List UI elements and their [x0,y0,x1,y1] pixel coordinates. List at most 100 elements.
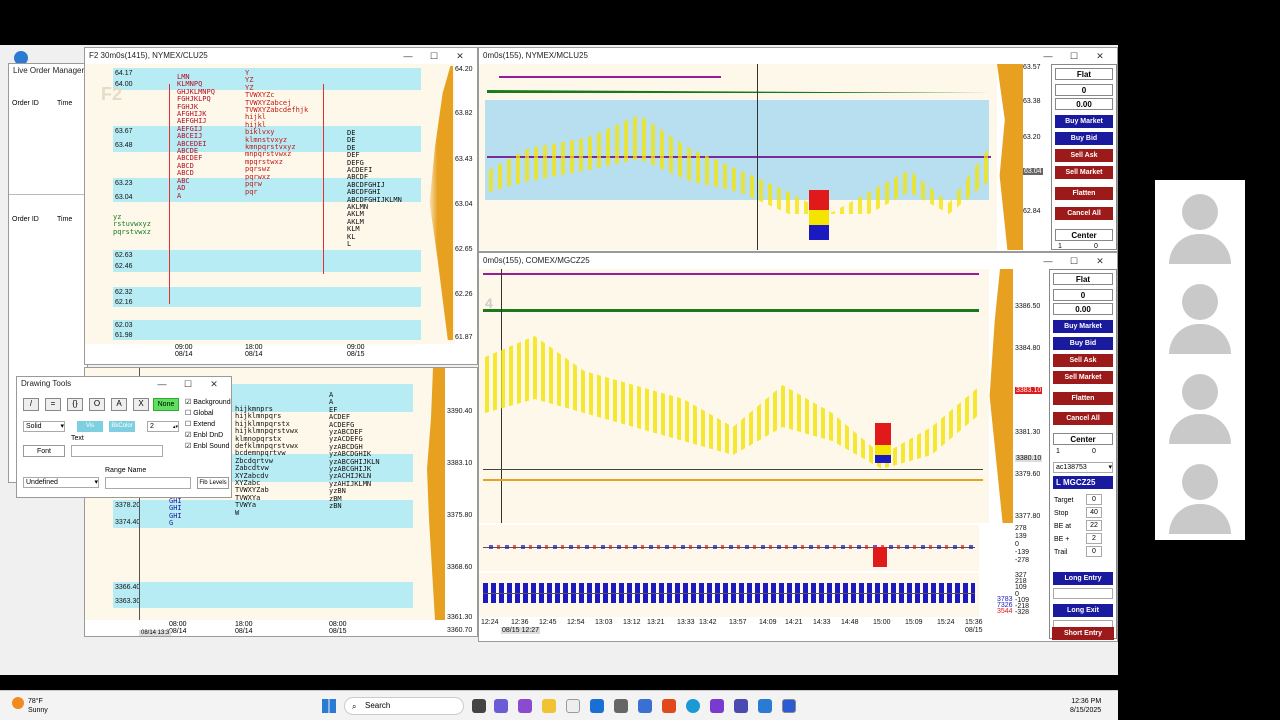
font-button[interactable]: Font [23,445,65,457]
system-clock[interactable]: 12:36 PM 8/15/2025 [1070,697,1101,715]
text-tool-button[interactable]: A [111,398,127,411]
long-entry-select[interactable] [1053,588,1113,599]
flatten-button[interactable]: Flatten [1053,392,1113,405]
tpo-profile-3: DE DE DE DEF DEFG ACDEFI ABCDF ABCDFGHIJ… [347,129,402,249]
long-exit-button[interactable]: Long Exit [1053,604,1113,617]
buy-bid-button[interactable]: Buy Bid [1055,132,1113,145]
participant-avatar[interactable] [1157,362,1243,448]
sell-ask-button[interactable]: Sell Ask [1053,354,1113,367]
line-tool-button[interactable]: / [23,398,39,411]
settings-icon[interactable] [614,699,628,713]
maximize-button[interactable]: ☐ [1061,48,1087,64]
center-button[interactable]: Center [1055,229,1113,241]
qty-input[interactable]: 1 [1058,243,1062,250]
visual-studio-icon[interactable] [710,699,724,713]
bkcolor-button[interactable]: BkColor [109,421,135,432]
delete-tool-button[interactable]: X [133,398,149,411]
enbl-sound-checkbox[interactable]: ☑ Enbl Sound [185,441,231,452]
file-explorer-icon[interactable] [542,699,556,713]
mcl-price-chart[interactable] [479,64,997,250]
volume-profile [427,368,445,620]
copilot-icon[interactable] [518,699,532,713]
qty-input-2[interactable]: 0 [1094,243,1098,250]
participant-avatar[interactable] [1157,272,1243,358]
none-button[interactable]: None [153,398,179,411]
crude-tpo-window: F2 30m0s(1415), NYMEX/CLU25 — ☐ ✕ F2 64.17… [84,47,478,365]
center-button[interactable]: Center [1053,433,1113,445]
sell-market-button[interactable]: Sell Market [1053,371,1113,384]
bracket-values[interactable]: 0 40 22 2 0 [1086,494,1102,559]
maximize-button[interactable]: ☐ [421,48,447,64]
flatten-button[interactable]: Flatten [1055,187,1113,200]
qty-input[interactable]: 1 [1056,448,1060,455]
cancel-all-button[interactable]: Cancel All [1055,207,1113,220]
task-view-icon[interactable] [472,699,486,713]
short-entry-button[interactable]: Short Entry [1052,627,1114,640]
start-icon[interactable] [322,699,336,713]
app-icon-2[interactable] [662,699,676,713]
sell-ask-button[interactable]: Sell Ask [1055,149,1113,162]
delta-indicator-chart[interactable] [479,525,979,571]
text-input[interactable] [71,445,163,457]
weather-widget[interactable]: 78°F Sunny [12,697,48,715]
price-label: 63.67 [115,128,133,135]
minimize-button[interactable]: — [1035,253,1061,269]
extend-checkbox[interactable]: ☐ Extend [185,419,231,430]
minimize-button[interactable]: — [149,377,175,391]
sell-market-button[interactable]: Sell Market [1055,166,1113,179]
background-checkbox[interactable]: ☑ Background [185,397,231,408]
bracket-tool-button[interactable]: {} [67,398,83,411]
mcl-window-title: 0m0s(155), NYMEX/MCLU25 [479,48,1117,64]
price-axis: 63.57 63.38 63.20 63.04 62.84 [1023,64,1043,215]
word-icon[interactable] [638,699,652,713]
account-select[interactable]: ac138753 ▾ [1053,462,1113,473]
close-button[interactable]: ✕ [201,377,227,391]
price-label: 62.16 [115,299,133,306]
volume-subchart[interactable] [479,573,979,617]
search-box[interactable]: ⌕ Search [344,697,464,715]
participant-avatar[interactable] [1157,452,1243,538]
volume-profile [997,64,1023,250]
close-button[interactable]: ✕ [1087,48,1113,64]
ellipse-tool-button[interactable]: O [89,398,105,411]
time-label: 18:00 08/14 [235,621,253,635]
range-name-input[interactable] [105,477,191,489]
width-stepper[interactable]: 2 ▴▾ [147,421,179,432]
buy-market-button[interactable]: Buy Market [1055,115,1113,128]
enbl-dnd-checkbox[interactable]: ☑ Enbl DnD [185,430,231,441]
close-button[interactable]: ✕ [1087,253,1113,269]
edge-icon[interactable] [686,699,700,713]
minimize-button[interactable]: — [395,48,421,64]
maximize-button[interactable]: ☐ [175,377,201,391]
cursor-time-label: 08/14 13:3 [139,630,172,636]
symbol-label: L MGCZ25 [1053,476,1113,489]
app-icon-3[interactable] [758,699,772,713]
global-checkbox[interactable]: ☐ Global [185,408,231,419]
maximize-button[interactable]: ☐ [1061,253,1087,269]
candles [485,336,981,469]
long-entry-button[interactable]: Long Entry [1053,572,1113,585]
teams-icon[interactable] [494,699,508,713]
participant-avatar[interactable] [1157,182,1243,268]
undefined-select[interactable]: Undefined ▾ [23,477,99,488]
close-button[interactable]: ✕ [447,48,473,64]
hline-tool-button[interactable]: = [45,398,61,411]
qty-input-2[interactable]: 0 [1092,448,1096,455]
mgc-price-chart[interactable]: 4 [479,269,989,523]
window-title-text: F2 30m0s(1415), NYMEX/CLU25 [89,51,208,60]
price-label: 62.03 [115,322,133,329]
buy-bid-button[interactable]: Buy Bid [1053,337,1113,350]
buy-market-button[interactable]: Buy Market [1053,320,1113,333]
minimize-button[interactable]: — [1035,48,1061,64]
outlook-icon[interactable] [590,699,604,713]
crude-tpo-chart[interactable]: F2 64.17 64.00 63.67 63.48 63.23 63.04 6… [85,64,455,344]
value-band [113,582,413,608]
store-icon[interactable] [566,699,580,713]
trading-app-icon[interactable] [782,699,796,713]
fib-levels-button[interactable]: Fib Levels [197,477,229,489]
color-button[interactable]: Vis [77,421,103,432]
line-style-select[interactable]: Solid ▾ [23,421,65,432]
cancel-all-button[interactable]: Cancel All [1053,412,1113,425]
teams-meeting-icon[interactable] [734,699,748,713]
last-price-marker: 3383.10 [1015,387,1043,394]
